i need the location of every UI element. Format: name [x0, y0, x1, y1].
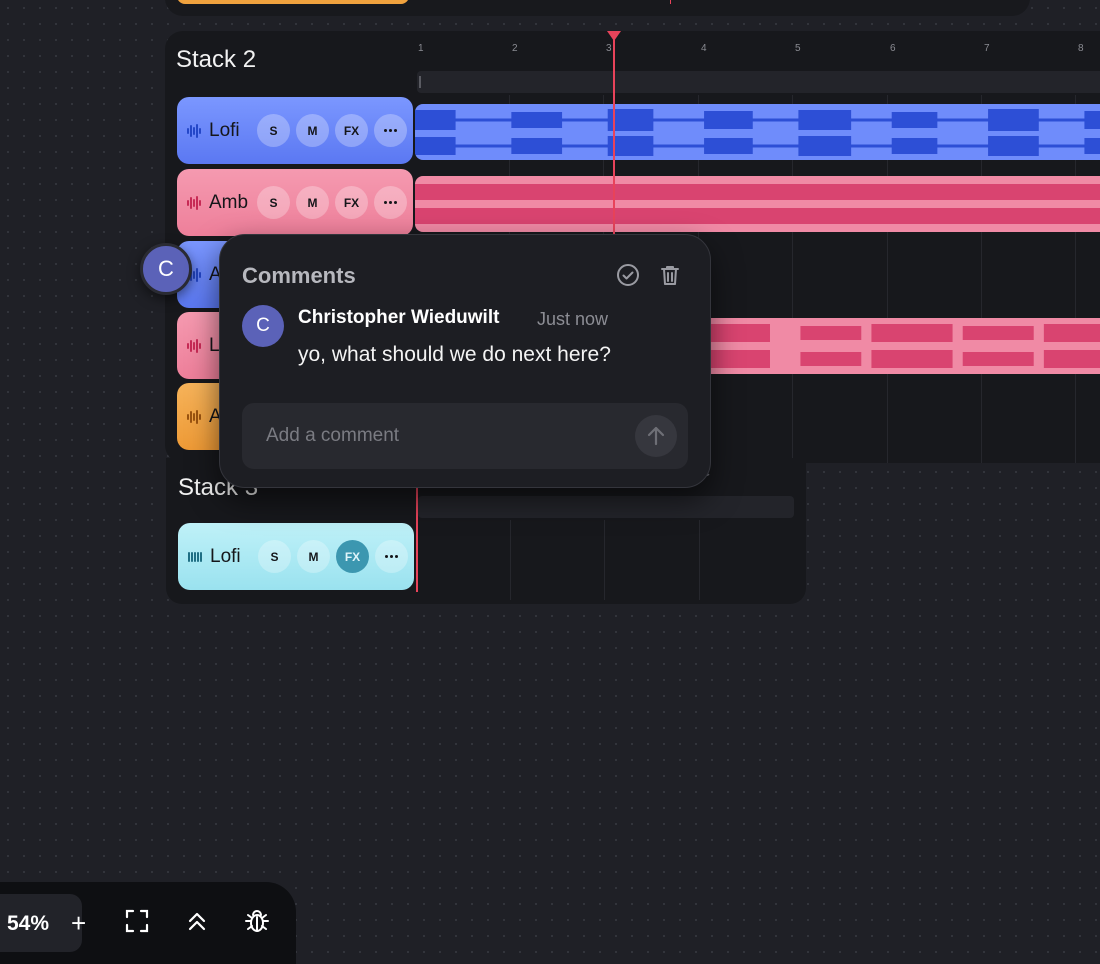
mute-button[interactable]: M: [297, 540, 330, 573]
collapse-button[interactable]: [182, 906, 212, 936]
timeline-ruler[interactable]: 1 2 3 4 5 6 7 8: [415, 31, 1100, 67]
ruler-tick: 4: [701, 43, 707, 54]
comment-marker-initial: C: [158, 256, 174, 281]
track-name: Amb: [209, 191, 249, 213]
solo-button[interactable]: S: [257, 186, 290, 219]
ruler-tick: 5: [795, 43, 801, 54]
comments-popup: Comments C Christopher Wieduwilt Just no…: [219, 234, 711, 488]
avatar-initial: C: [256, 315, 270, 336]
ellipsis-icon: [384, 201, 397, 204]
stack-1-partial: [165, 0, 1030, 16]
ruler-tick: 8: [1078, 43, 1084, 54]
playhead-line: [416, 488, 418, 592]
waveform-icon: [187, 409, 203, 424]
ruler-tick: 3: [606, 43, 612, 54]
trash-icon[interactable]: [658, 263, 682, 292]
solo-button[interactable]: S: [257, 114, 290, 147]
resolve-check-icon[interactable]: [616, 263, 640, 292]
more-options-button[interactable]: [375, 540, 408, 573]
track-lofi-piano[interactable]: Lofi S M FX: [178, 523, 414, 590]
comment-text: yo, what should we do next here?: [298, 343, 611, 366]
fx-button[interactable]: FX: [335, 186, 368, 219]
mute-button[interactable]: M: [296, 186, 329, 219]
track-lofi[interactable]: Lofi S M FX: [177, 97, 413, 164]
playhead-line: [670, 0, 671, 4]
zoom-level: 54%: [7, 912, 50, 935]
waveform-icon: [187, 123, 203, 138]
waveform-icon: [187, 338, 203, 353]
ruler-tick: 7: [984, 43, 990, 54]
more-options-button[interactable]: [374, 114, 407, 147]
debug-button[interactable]: [242, 906, 272, 936]
waveform-icon: [187, 195, 203, 210]
chevrons-up-icon: [188, 912, 206, 931]
comment-timestamp: Just now: [537, 309, 609, 329]
avatar: C: [242, 305, 284, 347]
bottom-toolbar: 54% +: [0, 882, 296, 964]
comment-marker[interactable]: C: [140, 243, 192, 295]
solo-button[interactable]: S: [258, 540, 291, 573]
zoom-control[interactable]: 54%: [0, 894, 82, 952]
loop-region-bar[interactable]: [417, 71, 1100, 93]
track-name: Lofi: [209, 119, 240, 141]
waveform: [415, 184, 1100, 224]
fit-to-screen-button[interactable]: [122, 906, 152, 936]
track-amb[interactable]: Amb S M FX: [177, 169, 413, 236]
bug-icon: [245, 910, 269, 932]
comments-title: Comments: [242, 263, 356, 288]
comment-author: Christopher Wieduwilt: [298, 307, 500, 328]
waveform: [415, 109, 1100, 156]
add-comment-input[interactable]: [242, 403, 688, 469]
fullscreen-icon: [125, 909, 149, 933]
arrow-up-icon: [647, 426, 665, 446]
ruler-tick: 6: [890, 43, 896, 54]
send-comment-button[interactable]: [635, 415, 677, 457]
fx-button[interactable]: FX: [335, 114, 368, 147]
piano-icon: [188, 550, 204, 564]
track-name: Lofi: [210, 545, 241, 567]
audio-clip-amb[interactable]: [415, 176, 1100, 232]
loop-region-bar[interactable]: [418, 496, 794, 518]
stack-title: Stack 2: [176, 46, 257, 73]
more-options-button[interactable]: [374, 186, 407, 219]
ruler-tick: 2: [512, 43, 518, 54]
ellipsis-icon: [385, 555, 398, 558]
audio-clip-lofi[interactable]: [415, 104, 1100, 160]
fx-button[interactable]: FX: [336, 540, 369, 573]
playhead-line: [613, 39, 615, 239]
mute-button[interactable]: M: [296, 114, 329, 147]
zoom-in-button[interactable]: +: [71, 908, 86, 939]
ruler-tick: 1: [418, 43, 424, 54]
track-clip-partial[interactable]: [177, 0, 409, 4]
ellipsis-icon: [384, 129, 397, 132]
